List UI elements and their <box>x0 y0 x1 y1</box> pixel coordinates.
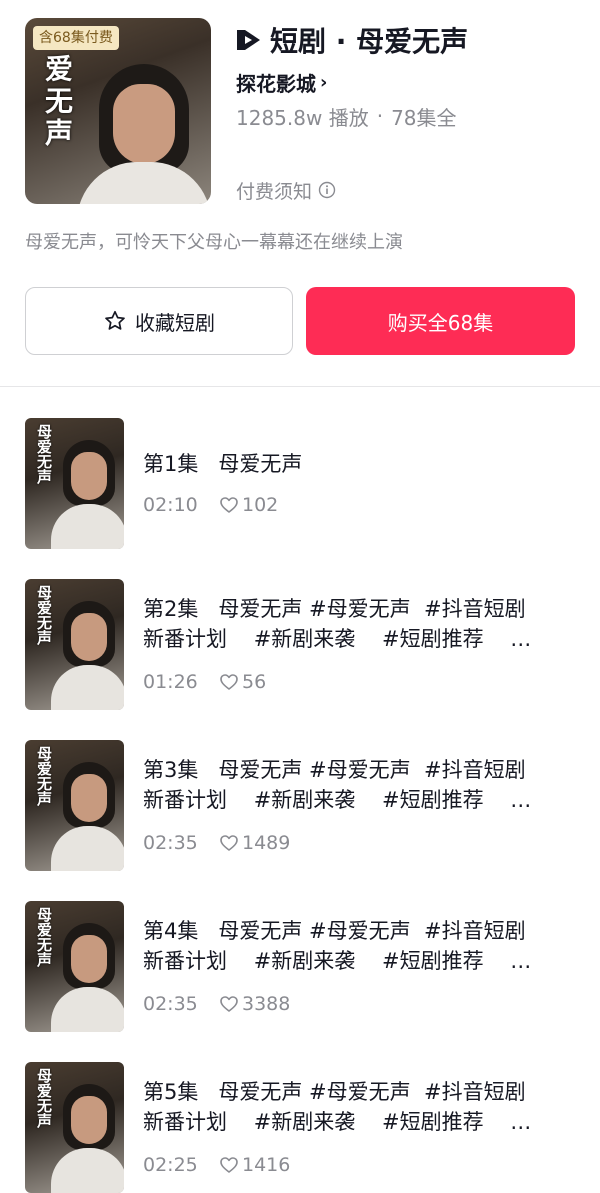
buy-all-label: 购买全68集 <box>387 310 494 335</box>
episode-title: 第1集 母爱无声 <box>143 452 303 476</box>
episode-title: 第4集 母爱无声 #母爱无声 #抖音短剧 新番计划 #新剧来袭 #短剧推荐 … <box>143 919 532 973</box>
episode-duration: 02:25 <box>143 1154 198 1176</box>
thumbnail-calligraphy: 母爱无声 <box>35 746 53 806</box>
episode-thumbnail: 母爱无声 <box>25 1062 124 1193</box>
episode-duration: 02:10 <box>143 494 198 516</box>
payment-notice-link[interactable]: 付费须知 <box>236 176 336 204</box>
episode-meta: 02:10 102 <box>143 491 278 519</box>
heart-icon <box>220 497 238 513</box>
heart-icon <box>220 674 238 690</box>
thumbnail-calligraphy: 母爱无声 <box>35 424 53 484</box>
info-icon <box>318 181 336 199</box>
drama-title-text: 短剧 · 母爱无声 <box>270 25 469 58</box>
episode-thumbnail: 母爱无声 <box>25 740 124 871</box>
episode-title: 第5集 母爱无声 #母爱无声 #抖音短剧 新番计划 #新剧来袭 #短剧推荐 … <box>143 1080 532 1134</box>
heart-icon <box>220 996 238 1012</box>
drama-title: 短剧 · 母爱无声 <box>236 22 468 58</box>
episode-duration: 02:35 <box>143 832 198 854</box>
cover-calligraphy: 爱无声 <box>41 54 74 150</box>
studio-name: 探花影城 <box>236 71 316 96</box>
chevron-right-icon: › <box>320 71 328 93</box>
episode-thumbnail: 母爱无声 <box>25 418 124 549</box>
buy-all-button[interactable]: 购买全68集 <box>306 287 575 355</box>
episode-total: 78集全 <box>391 105 457 130</box>
thumbnail-calligraphy: 母爱无声 <box>35 1068 53 1128</box>
payment-notice-label: 付费须知 <box>236 180 313 203</box>
episode-meta: 02:25 1416 <box>143 1151 290 1179</box>
episode-title: 第2集 母爱无声 #母爱无声 #抖音短剧 新番计划 #新剧来袭 #短剧推荐 … <box>143 597 532 651</box>
drama-header: 爱无声 含68集付费 短剧 · 母爱无声 探花影城 › 1285.8w 播放 ·… <box>0 0 600 386</box>
episode-thumbnail: 母爱无声 <box>25 579 124 710</box>
episode-likes: 1416 <box>242 1154 291 1176</box>
paid-episodes-badge: 含68集付费 <box>33 26 119 50</box>
episode-item[interactable]: 母爱无声 第3集 母爱无声 #母爱无声 #抖音短剧 新番计划 #新剧来袭 #短剧… <box>0 709 600 871</box>
drama-synopsis: 母爱无声，可怜天下父母心一幕幕还在继续上演 <box>25 232 403 253</box>
drama-cover[interactable]: 爱无声 含68集付费 <box>25 18 211 204</box>
episode-meta: 02:35 1489 <box>143 829 290 857</box>
episode-likes: 3388 <box>242 993 291 1015</box>
thumbnail-calligraphy: 母爱无声 <box>35 907 53 967</box>
episode-duration: 01:26 <box>143 671 198 693</box>
thumbnail-calligraphy: 母爱无声 <box>35 585 53 645</box>
play-logo-icon <box>237 30 260 50</box>
episode-meta: 02:35 3388 <box>143 990 290 1018</box>
studio-link[interactable]: 探花影城 › <box>236 68 327 96</box>
episode-item[interactable]: 母爱无声 第4集 母爱无声 #母爱无声 #抖音短剧 新番计划 #新剧来袭 #短剧… <box>0 870 600 1032</box>
collect-drama-button[interactable]: 收藏短剧 <box>25 287 293 355</box>
star-icon <box>105 310 125 330</box>
episode-likes: 56 <box>242 671 267 693</box>
episode-item[interactable]: 母爱无声 第2集 母爱无声 #母爱无声 #抖音短剧 新番计划 #新剧来袭 #短剧… <box>0 548 600 710</box>
stats-separator: · <box>376 104 384 128</box>
cover-portrait <box>71 44 211 204</box>
episode-likes: 1489 <box>242 832 291 854</box>
heart-icon <box>220 835 238 851</box>
episode-duration: 02:35 <box>143 993 198 1015</box>
episode-item[interactable]: 母爱无声 第5集 母爱无声 #母爱无声 #抖音短剧 新番计划 #新剧来袭 #短剧… <box>0 1031 600 1193</box>
heart-icon <box>220 1157 238 1173</box>
episode-likes: 102 <box>242 494 279 516</box>
episode-item[interactable]: 母爱无声 第1集 母爱无声 02:10 102 <box>0 387 600 549</box>
play-count: 1285.8w 播放 <box>236 105 369 130</box>
episode-meta: 01:26 56 <box>143 668 266 696</box>
episode-thumbnail: 母爱无声 <box>25 901 124 1032</box>
drama-stats: 1285.8w 播放 · 78集全 <box>236 102 457 130</box>
collect-drama-label: 收藏短剧 <box>135 310 215 335</box>
episode-title: 第3集 母爱无声 #母爱无声 #抖音短剧 新番计划 #新剧来袭 #短剧推荐 … <box>143 758 532 812</box>
